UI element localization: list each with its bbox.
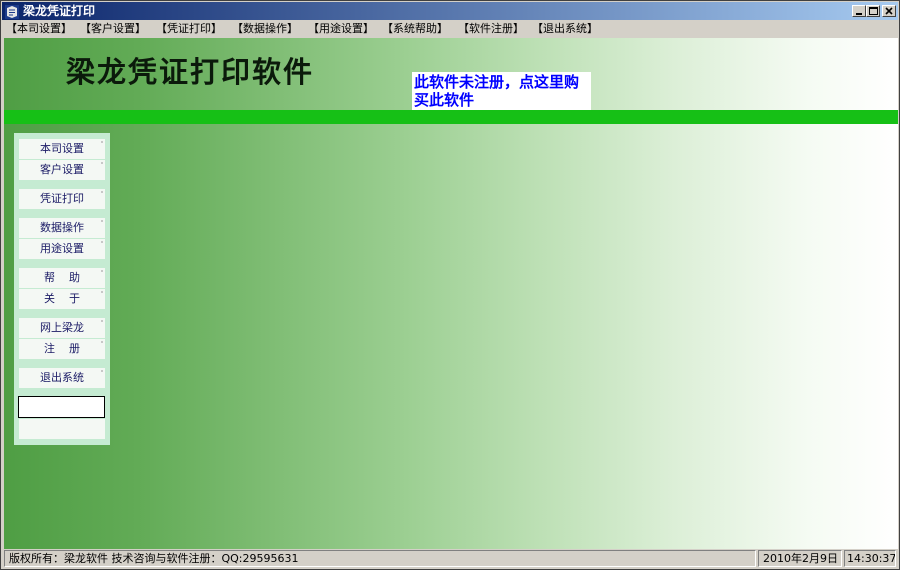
sidebar-button-label: 客户设置 xyxy=(40,163,84,176)
register-notice[interactable]: 此软件未注册，点这里购买此软件 xyxy=(412,72,591,110)
main-window: 梁龙凭证打印 【本司设置】 【客户设置】 【凭证打印】 【数据操作】 【用途设置… xyxy=(0,0,900,570)
register-notice-text[interactable]: 此软件未注册，点这里购买此软件 xyxy=(414,73,590,109)
sidebar-bottom-panel xyxy=(19,419,105,439)
sidebar: 本司设置 客户设置 凭证打印 数据操作 用途设置 帮 助 关 于 网上梁龙 注 … xyxy=(14,133,110,445)
sidebar-button-about[interactable]: 关 于 xyxy=(19,289,105,309)
sidebar-button-label: 关 于 xyxy=(44,292,80,305)
menu-company-settings[interactable]: 【本司设置】 xyxy=(6,22,72,36)
window-title: 梁龙凭证打印 xyxy=(23,4,96,18)
sidebar-button-label: 数据操作 xyxy=(40,221,84,234)
sidebar-button-data-operations[interactable]: 数据操作 xyxy=(19,218,105,238)
sidebar-button-voucher-print[interactable]: 凭证打印 xyxy=(19,189,105,209)
status-copyright: 版权所有：梁龙软件 技术咨询与软件注册：QQ:29595631 xyxy=(4,550,756,567)
header-divider-band xyxy=(4,110,898,124)
app-icon xyxy=(5,4,19,19)
close-icon xyxy=(885,7,893,15)
minimize-button[interactable] xyxy=(852,5,866,17)
menu-voucher-print[interactable]: 【凭证打印】 xyxy=(156,22,222,36)
maximize-button[interactable] xyxy=(866,5,880,17)
sidebar-button-purpose-settings[interactable]: 用途设置 xyxy=(19,239,105,259)
menu-customer-settings[interactable]: 【客户设置】 xyxy=(80,22,146,36)
menu-software-register[interactable]: 【软件注册】 xyxy=(458,22,524,36)
sidebar-button-label: 用途设置 xyxy=(40,242,84,255)
status-bar: 版权所有：梁龙软件 技术咨询与软件注册：QQ:29595631 2010年2月9… xyxy=(2,549,898,569)
sidebar-button-label: 凭证打印 xyxy=(40,192,84,205)
sidebar-button-company-settings[interactable]: 本司设置 xyxy=(19,139,105,159)
maximize-icon xyxy=(869,7,878,15)
sidebar-button-label: 帮 助 xyxy=(44,271,80,284)
status-time: 14:30:37 xyxy=(844,550,896,567)
close-button[interactable] xyxy=(882,5,896,17)
menu-exit-system[interactable]: 【退出系统】 xyxy=(532,22,598,36)
sidebar-button-help[interactable]: 帮 助 xyxy=(19,268,105,288)
status-date: 2010年2月9日 xyxy=(758,550,842,567)
sidebar-button-label: 退出系统 xyxy=(40,371,84,384)
menu-bar: 【本司设置】 【客户设置】 【凭证打印】 【数据操作】 【用途设置】 【系统帮助… xyxy=(2,20,898,38)
app-title: 梁龙凭证打印软件 xyxy=(66,55,315,89)
sidebar-button-label: 注 册 xyxy=(44,342,80,355)
sidebar-button-register[interactable]: 注 册 xyxy=(19,339,105,359)
menu-system-help[interactable]: 【系统帮助】 xyxy=(382,22,448,36)
menu-purpose-settings[interactable]: 【用途设置】 xyxy=(308,22,374,36)
sidebar-button-online-lianglong[interactable]: 网上梁龙 xyxy=(19,318,105,338)
main-content: 梁龙凭证打印软件 此软件未注册，点这里购买此软件 本司设置 客户设置 凭证打印 … xyxy=(4,38,898,549)
title-bar[interactable]: 梁龙凭证打印 xyxy=(2,2,898,20)
menu-data-operations[interactable]: 【数据操作】 xyxy=(232,22,298,36)
sidebar-button-label: 网上梁龙 xyxy=(40,321,84,334)
sidebar-input[interactable] xyxy=(18,396,105,418)
minimize-icon xyxy=(856,13,862,15)
sidebar-button-label: 本司设置 xyxy=(40,142,84,155)
sidebar-button-customer-settings[interactable]: 客户设置 xyxy=(19,160,105,180)
sidebar-button-exit-system[interactable]: 退出系统 xyxy=(19,368,105,388)
